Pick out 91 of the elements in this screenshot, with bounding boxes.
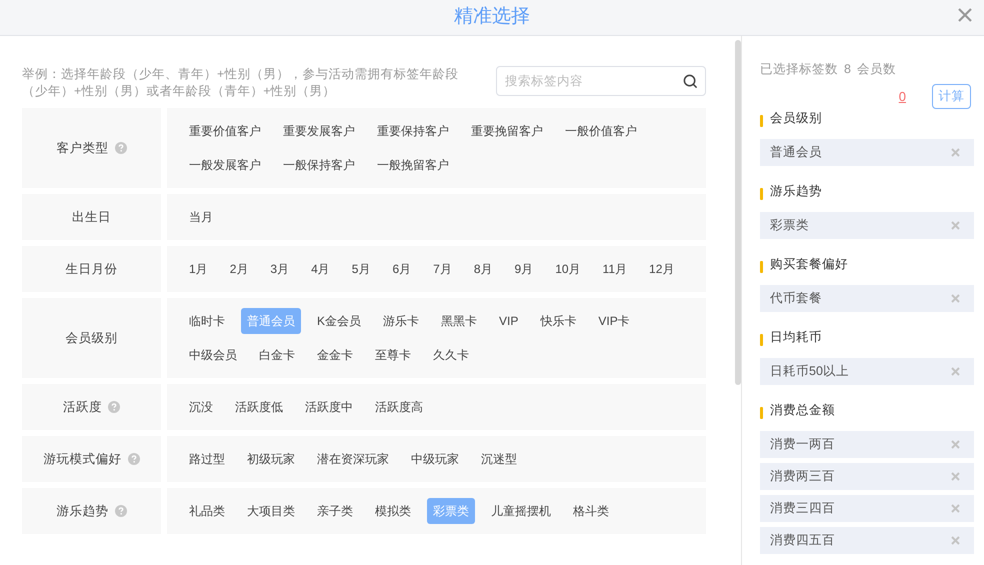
tag-option[interactable]: 9月 [508, 256, 540, 282]
tag-option[interactable]: 一般保持客户 [277, 152, 361, 178]
remove-icon[interactable] [951, 294, 960, 303]
remove-icon[interactable] [951, 504, 960, 513]
selected-tag-label: 日耗币50以上 [770, 362, 849, 380]
tag-option[interactable]: 活跃度低 [229, 394, 289, 420]
search-icon[interactable] [683, 74, 698, 89]
member-count: 0 [898, 88, 906, 106]
close-icon[interactable] [957, 7, 973, 23]
section-marker [760, 260, 763, 273]
tag-option[interactable]: VIP卡 [592, 308, 636, 334]
section-marker [760, 114, 763, 127]
tag-option[interactable]: 金金卡 [311, 342, 359, 368]
tag-option[interactable]: 潜在资深玩家 [311, 446, 395, 472]
tag-option[interactable]: 大项目类 [241, 498, 301, 524]
tag-option[interactable]: 重要保持客户 [371, 118, 455, 144]
remove-icon[interactable] [951, 536, 960, 545]
tag-option[interactable]: 一般挽留客户 [371, 152, 455, 178]
tag-option[interactable]: K金会员 [311, 308, 368, 334]
tag-option[interactable]: 10月 [549, 256, 587, 282]
search-field[interactable]: 搜索标签内容 [496, 66, 706, 96]
category-label: 游玩模式偏好 [44, 450, 122, 468]
selected-tag-label: 普通会员 [770, 144, 822, 161]
tag-option[interactable]: 儿童摇摆机 [485, 498, 557, 524]
tag-option[interactable]: 4月 [305, 256, 336, 282]
tag-option[interactable]: 7月 [427, 256, 458, 282]
remove-icon[interactable] [951, 440, 960, 449]
selected-tag-label: 消费一两百 [770, 436, 835, 453]
tag-option[interactable]: 11月 [596, 256, 634, 282]
selected-count-label: 已选择标签数 [760, 61, 838, 78]
selected-tag-label: 消费四五百 [770, 532, 835, 549]
section-marker [760, 188, 763, 200]
tag-option[interactable]: 重要价值客户 [183, 118, 267, 144]
tag-option[interactable]: 重要挽留客户 [465, 118, 549, 144]
tag-option[interactable]: 中级玩家 [405, 446, 465, 472]
group-title: 购买套餐偏好 [770, 256, 848, 274]
category-label: 活跃度 [63, 398, 102, 416]
tag-option[interactable]: 至尊卡 [369, 342, 417, 368]
category-label: 出生日 [72, 208, 111, 226]
tag-option[interactable]: 游乐卡 [377, 308, 426, 334]
tag-option[interactable]: 白金卡 [253, 342, 301, 368]
tag-option[interactable]: 久久卡 [427, 342, 475, 368]
tag-option[interactable]: 5月 [346, 256, 376, 282]
category-label: 生日月份 [66, 260, 118, 278]
selected-tag-label: 消费三四百 [770, 500, 835, 517]
tag-option[interactable]: 8月 [468, 256, 498, 282]
tag-option[interactable]: 2月 [224, 256, 254, 282]
tag-option[interactable]: 路过型 [183, 446, 231, 472]
selected-tag-label: 代币套餐 [770, 290, 822, 307]
tag-option[interactable]: 1月 [183, 256, 214, 282]
tag-option[interactable]: 活跃度高 [369, 394, 429, 420]
tag-option[interactable]: 12月 [643, 256, 680, 282]
tag-option[interactable]: 快乐卡 [534, 308, 582, 334]
remove-icon[interactable] [951, 472, 960, 481]
tag-option[interactable]: 临时卡 [183, 308, 231, 334]
selected-count: 8 [844, 61, 851, 78]
section-marker [760, 406, 763, 419]
member-count-label: 会员数 [856, 61, 896, 78]
dialog-title: 精准选择 [454, 5, 530, 30]
tag-option[interactable]: 亲子类 [311, 498, 359, 524]
tag-option[interactable]: 沉没 [183, 394, 219, 420]
tag-option[interactable]: 活跃度中 [299, 394, 359, 420]
tag-option[interactable]: 中级会员 [183, 342, 243, 368]
tag-option[interactable]: 模拟类 [369, 498, 417, 524]
tag-option[interactable]: 初级玩家 [241, 446, 301, 472]
category-label: 客户类型 [56, 140, 108, 157]
tag-option[interactable]: 3月 [264, 256, 296, 282]
tag-option[interactable]: VIP [493, 308, 524, 334]
scrollbar-thumb[interactable] [735, 40, 741, 385]
tag-option[interactable]: 重要发展客户 [277, 118, 361, 144]
tag-option[interactable]: 一般价值客户 [559, 118, 643, 144]
tag-option[interactable]: 6月 [386, 256, 418, 282]
hint-text: 举例：选择年龄段（少年、青年）+性别（男），参与活动需拥有标签年龄段（少年）+性别（男）或者年龄段（青年）+性别（男） [22, 66, 460, 100]
remove-icon[interactable] [951, 220, 960, 230]
selected-tag-label: 彩票类 [770, 216, 809, 234]
remove-icon[interactable] [951, 366, 960, 376]
tag-option[interactable]: 沉迷型 [475, 446, 523, 472]
category-label: 游乐趋势 [56, 502, 108, 520]
tag-option[interactable]: 礼品类 [183, 498, 231, 524]
tag-option[interactable]: 当月 [183, 204, 219, 230]
group-title: 会员级别 [770, 110, 822, 128]
group-title: 消费总金额 [770, 402, 835, 420]
section-marker [760, 334, 763, 346]
group-title: 游乐趋势 [770, 183, 822, 200]
tag-option[interactable]: 一般发展客户 [183, 152, 267, 178]
tag-option[interactable]: 黑黑卡 [435, 308, 484, 334]
remove-icon[interactable] [951, 148, 960, 157]
group-title: 日均耗币 [770, 329, 822, 346]
tag-option[interactable]: 格斗类 [567, 498, 615, 524]
category-label: 会员级别 [66, 330, 118, 347]
selected-tag-label: 消费两三百 [770, 468, 835, 485]
